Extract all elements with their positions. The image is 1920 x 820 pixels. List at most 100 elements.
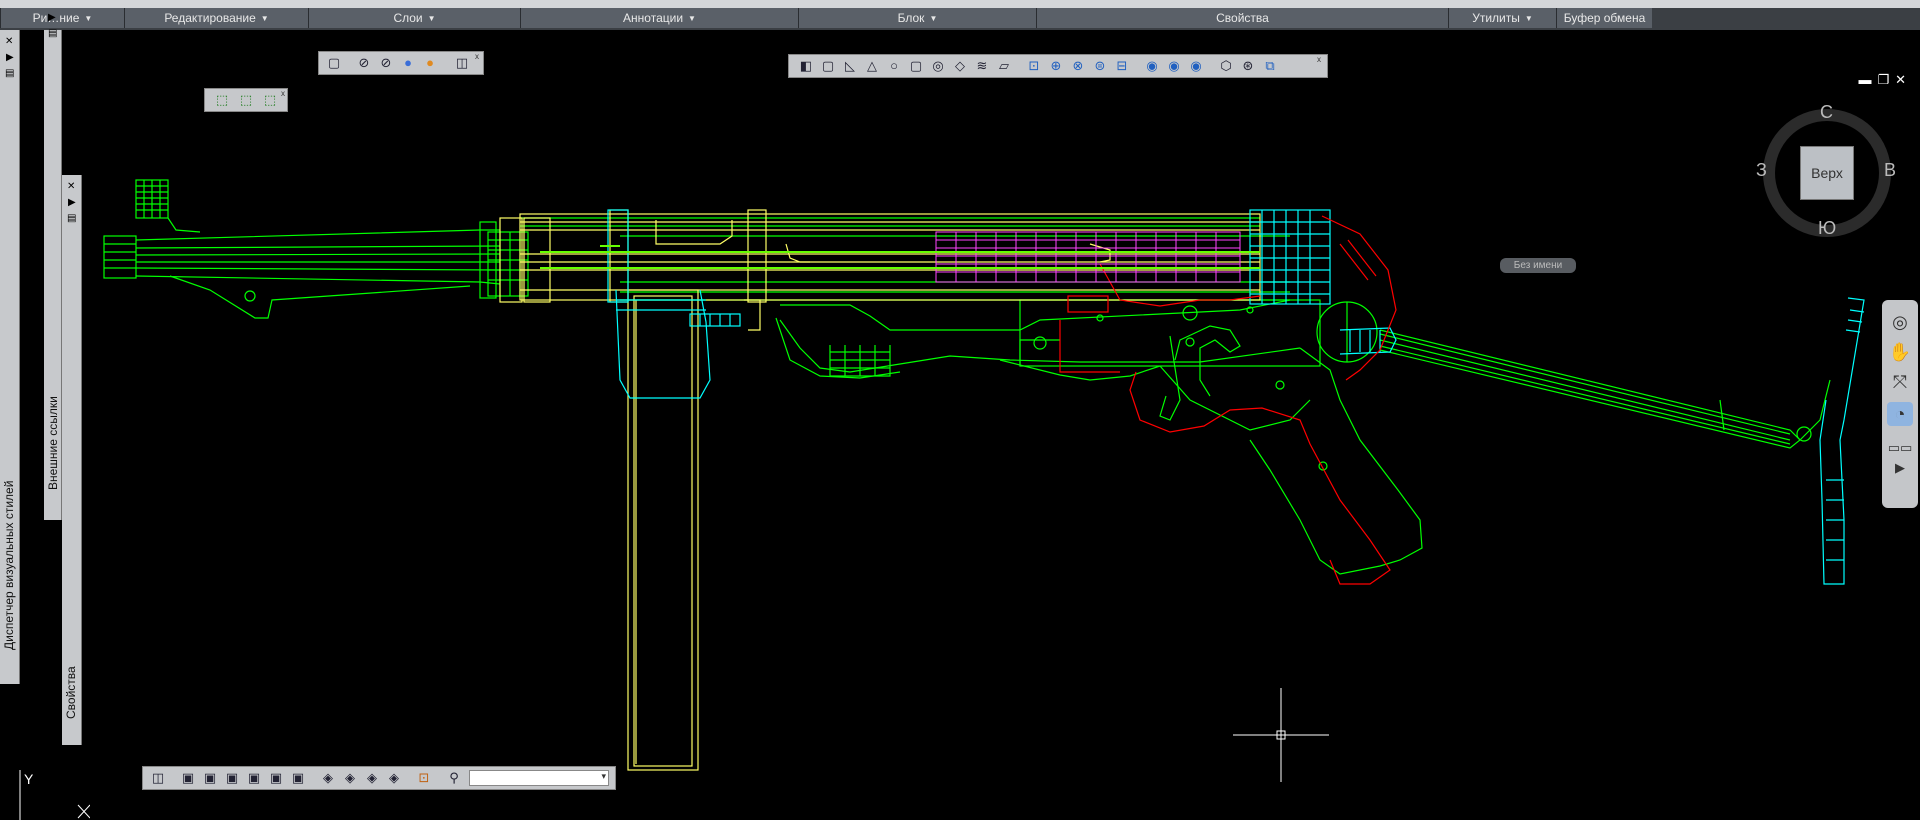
viewcube-north[interactable]: С (1820, 102, 1833, 123)
barrel-geometry (103, 179, 1831, 575)
sphere-icon[interactable]: ○ (885, 57, 903, 75)
toolbar-icon[interactable]: ⊗ (1069, 57, 1087, 75)
cube-icon[interactable]: ▢ (819, 57, 837, 75)
toolbar-icon[interactable]: ≋ (973, 57, 991, 75)
receiver-geometry (499, 209, 1261, 771)
close-icon[interactable]: ✕ (5, 36, 13, 47)
pan-hand-icon[interactable]: ✋ (1887, 340, 1913, 364)
cube-icon[interactable]: ▢ (907, 57, 925, 75)
wcs-menu[interactable]: Без имени (1500, 258, 1576, 273)
viewcube-west[interactable]: З (1756, 160, 1767, 181)
sphere-icon[interactable]: ● (421, 54, 439, 72)
toolbar-icon[interactable]: ◉ (1165, 57, 1183, 75)
modeling-toolbar[interactable]: ◧ ▢ ◺ △ ○ ▢ ◎ ◇ ≋ ▱ ⊡ ⊕ ⊗ ⊜ ⊟ ◉ ◉ ◉ ⬡ ⊛ … (788, 54, 1328, 78)
ribbon-panel-block[interactable]: Блок ▼ (798, 8, 1036, 28)
cube-icon[interactable]: ▣ (179, 769, 197, 787)
cube-icon[interactable]: ◧ (797, 57, 815, 75)
camera-icon[interactable]: ⊡ (415, 769, 433, 787)
detail-geometry (607, 209, 1865, 585)
close-icon[interactable]: x (1317, 55, 1321, 64)
properties-palette[interactable]: ✕ ▶ ▤ Свойства (62, 175, 82, 745)
grip-outline-geometry (1059, 215, 1397, 585)
views-toolbar[interactable]: ◫ ▣ ▣ ▣ ▣ ▣ ▣ ◈ ◈ ◈ ◈ ⊡ ⚲ ▾ (142, 766, 616, 790)
dropdown-icon: ▼ (1524, 13, 1533, 23)
pin-icon[interactable]: ▶ (68, 197, 76, 208)
steering-wheel-icon[interactable]: ◎ (1887, 310, 1913, 334)
toolbar-icon[interactable]: ⊟ (1113, 57, 1131, 75)
toolbar-icon[interactable]: ⬚ (261, 91, 279, 109)
visual-style-toolbar[interactable]: ▢ ⊘ ⊘ ● ● ◫ x (318, 51, 484, 75)
toolbar-icon[interactable]: ◺ (841, 57, 859, 75)
ribbon-panel-modify[interactable]: Редактирование ▼ (124, 8, 308, 28)
toolbar-icon[interactable]: ⧉ (1261, 57, 1279, 75)
dropdown-icon: ▾ (601, 771, 606, 781)
zoom-icon[interactable]: ⚲ (445, 769, 463, 787)
pin-icon[interactable]: ▶ (6, 52, 14, 63)
toolbar-icon[interactable]: ⬚ (237, 91, 255, 109)
toolbar-icon[interactable]: ⊡ (1025, 57, 1043, 75)
view-dropdown[interactable]: ▾ (469, 770, 609, 786)
ribbon-panel-utilities[interactable]: Утилиты ▼ (1448, 8, 1556, 28)
ribbon-panel-draw[interactable]: Ри…ние ▼ (0, 8, 124, 28)
toolbar-icon[interactable]: ◎ (929, 57, 947, 75)
panel-label: Буфер обмена (1563, 11, 1646, 25)
cube-icon[interactable]: ◈ (319, 769, 337, 787)
dropdown-icon: ▼ (929, 13, 938, 23)
toolbar-icon[interactable]: ⬚ (213, 91, 231, 109)
cube-icon[interactable]: ◈ (385, 769, 403, 787)
restore-icon[interactable]: ❐ (1877, 72, 1895, 87)
ribbon-panel-clipboard[interactable]: Буфер обмена (1556, 8, 1652, 28)
close-icon[interactable]: ▶ (48, 12, 56, 23)
render-toolbar[interactable]: ⬚ ⬚ ⬚ x (204, 88, 288, 112)
dropdown-icon: ▼ (427, 13, 436, 23)
toolbar-icon[interactable]: △ (863, 57, 881, 75)
window-controls[interactable]: ▬❐✕ (1858, 72, 1912, 88)
play-icon[interactable]: ▶ (1887, 456, 1913, 480)
viewcube-south[interactable]: Ю (1818, 218, 1836, 239)
navigation-bar[interactable]: ◎ ✋ ⤧ ◔ ▭▭ ▶ (1882, 300, 1918, 508)
toolbar-icon[interactable]: ◫ (149, 769, 167, 787)
orbit-icon[interactable]: ◔ (1887, 402, 1913, 426)
visual-styles-palette[interactable]: ✕ ▶ ▤ Диспетчер визуальных стилей (0, 30, 20, 684)
close-icon[interactable]: ✕ (1895, 72, 1912, 87)
toolbar-icon[interactable]: ⊕ (1047, 57, 1065, 75)
cube-icon[interactable]: ▣ (245, 769, 263, 787)
dropdown-icon: ▼ (84, 13, 93, 23)
sphere-icon[interactable]: ⊘ (355, 54, 373, 72)
toolbar-icon[interactable]: ⊜ (1091, 57, 1109, 75)
cube-icon[interactable]: ▣ (289, 769, 307, 787)
viewcube-east[interactable]: В (1884, 160, 1896, 181)
model-space-canvas[interactable]: ✕ ▶ ▤ Диспетчер визуальных стилей ▶ ▤ Вн… (0, 12, 1920, 820)
close-icon[interactable]: x (281, 89, 285, 98)
toolbar-icon[interactable]: ◇ (951, 57, 969, 75)
hatch-geometry (935, 231, 1241, 283)
properties-icon[interactable]: ▤ (67, 213, 76, 224)
ribbon-panel-properties[interactable]: Свойства (1036, 8, 1448, 28)
cube-icon[interactable]: ▣ (223, 769, 241, 787)
cube-icon[interactable]: ▣ (267, 769, 285, 787)
dropdown-icon: ▼ (260, 13, 269, 23)
ribbon-panel-layers[interactable]: Слои ▼ (308, 8, 520, 28)
zoom-icon[interactable]: ⤧ (1887, 370, 1913, 394)
close-icon[interactable]: x (475, 52, 479, 61)
toolbar-icon[interactable]: ▱ (995, 57, 1013, 75)
minimize-icon[interactable]: ▬ (1858, 72, 1877, 87)
cube-icon[interactable]: ▣ (201, 769, 219, 787)
xref-palette[interactable]: ▶ ▤ Внешние ссылки (44, 12, 62, 520)
ribbon-panel-annotations[interactable]: Аннотации ▼ (520, 8, 798, 28)
sphere-icon[interactable]: ⊘ (377, 54, 395, 72)
toolbar-icon[interactable]: ◫ (453, 54, 471, 72)
sphere-icon[interactable]: ● (399, 54, 417, 72)
close-icon[interactable]: ✕ (67, 181, 75, 192)
cube-icon[interactable]: ⬡ (1217, 57, 1235, 75)
viewcube[interactable]: Верх С В Ю З (1752, 102, 1902, 258)
toolbar-icon[interactable]: ▢ (325, 54, 343, 72)
toolbar-icon[interactable]: ⊛ (1239, 57, 1257, 75)
toolbar-icon[interactable]: ◉ (1143, 57, 1161, 75)
cube-icon[interactable]: ◈ (341, 769, 359, 787)
properties-icon[interactable]: ▤ (5, 68, 14, 79)
toolbar-icon[interactable]: ◉ (1187, 57, 1205, 75)
properties-icon[interactable]: ▤ (48, 28, 57, 39)
cube-icon[interactable]: ◈ (363, 769, 381, 787)
viewcube-top-face[interactable]: Верх (1800, 146, 1854, 200)
